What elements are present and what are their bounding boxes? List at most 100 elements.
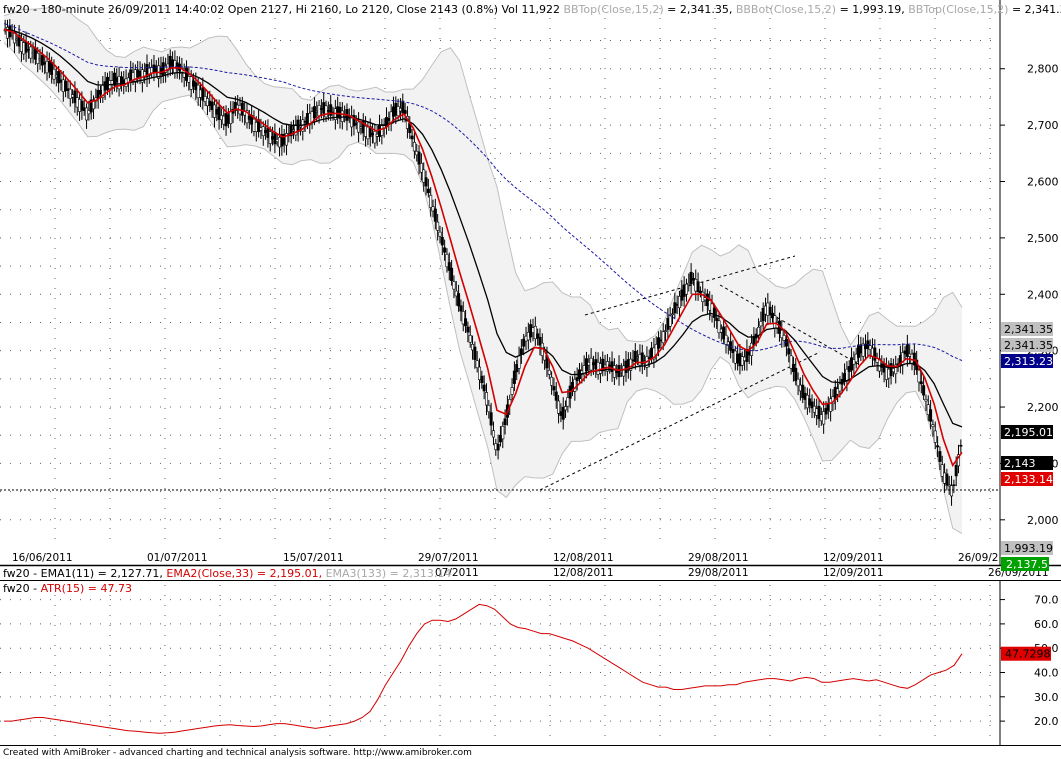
x-tick-label: 01/07/2011 (147, 552, 208, 564)
candle-body (457, 293, 461, 307)
candle-body (440, 236, 444, 246)
candle-body (547, 369, 551, 375)
ema3-label: EMA3(133) = 2,313.14 (326, 567, 452, 580)
candle-body (919, 381, 923, 385)
ema-strip-x-label: 12/09/2011 (823, 567, 884, 579)
chart-canvas: 2,8002,7002,6002,5002,4002,3002,2002,100… (0, 0, 1061, 759)
candle-body (426, 188, 430, 194)
candle-body (924, 399, 928, 402)
candle-body (436, 221, 440, 231)
candle-body (519, 348, 523, 355)
candle-body (566, 397, 570, 407)
value-label-text: 2,341.35 (1004, 323, 1053, 336)
atr-y-tick-label: 60.0 (1034, 618, 1059, 631)
bbtop2-label: BBTop(Close,15,2) (908, 3, 1008, 16)
candle-body (510, 387, 514, 395)
candle-body (459, 305, 463, 312)
candle-body (36, 52, 40, 64)
candle-body (945, 473, 949, 486)
atr-symbol: fw20 - (3, 582, 41, 595)
ema1-label: EMA1(11) = 2,127.71, (41, 567, 167, 580)
value-label-text: 2,313.23 (1004, 355, 1053, 368)
candle-body (671, 313, 675, 316)
candle-body (512, 370, 516, 384)
candle-body (503, 418, 507, 426)
candle-body (501, 425, 505, 440)
candle-body (701, 291, 705, 302)
candle-body (496, 443, 500, 451)
candle-body (480, 375, 484, 384)
candle-body (489, 412, 493, 426)
ema-label-text: 2,137.5 (1006, 558, 1048, 571)
candle-body (950, 485, 954, 497)
x-tick-label: 16/06/2011 (12, 552, 73, 564)
value-label-text: 2,195.01 (1004, 426, 1053, 439)
candle-body (412, 142, 416, 152)
candle-body (954, 465, 958, 477)
candle-body (410, 135, 414, 140)
candle-body (712, 307, 716, 318)
candle-body (273, 131, 277, 145)
candle-body (491, 430, 495, 438)
bbtop-label: BBTop(Close,15,2) (563, 3, 663, 16)
footer-credit: Created with AmiBroker - advanced charti… (3, 748, 472, 758)
candle-body (473, 346, 477, 360)
x-tick-label: 29/07/2011 (418, 552, 479, 564)
candle-body (417, 151, 421, 165)
candle-body (696, 281, 700, 292)
ema-value-label: 2,137.5 (1001, 557, 1049, 571)
candle-body (317, 105, 321, 117)
candle-body (443, 247, 447, 253)
x-tick-label: 26/09/2 (958, 552, 998, 564)
candle-body (959, 444, 963, 447)
candle-body (466, 326, 470, 333)
candle-body (633, 350, 637, 362)
candle-body (464, 318, 468, 327)
value-label-text: 1,993.19 (1004, 542, 1053, 555)
candle-body (933, 430, 937, 443)
ema-strip-x-label: 29/08/2011 (688, 567, 749, 579)
candle-body (438, 231, 442, 237)
value-label-text: 2,133.14 (1004, 473, 1053, 486)
candle-body (550, 376, 554, 386)
atr-y-tick-label: 40.0 (1034, 667, 1059, 680)
candle-body (475, 360, 479, 369)
candle-body (922, 385, 926, 396)
candle-body (482, 384, 486, 392)
candle-body (838, 383, 842, 392)
atr-value-label: 47.7298 (1001, 646, 1051, 661)
y-tick-label: 2,400 (1027, 288, 1059, 301)
bbbot-value: = 1,993.19, (836, 3, 908, 16)
header-quote: - 180-minute 26/09/2011 14:40:02 Open 21… (30, 3, 564, 16)
candle-body (668, 315, 672, 327)
candle-body (787, 348, 791, 355)
bbtop-value: = 2,341.35, (664, 3, 736, 16)
x-tick-label: 12/08/2011 (553, 552, 614, 564)
x-tick-label: 15/07/2011 (283, 552, 344, 564)
x-tick-label: 29/08/2011 (688, 552, 749, 564)
candle-body (664, 330, 668, 332)
y-tick-label: 2,200 (1027, 401, 1059, 414)
y-tick-label: 2,600 (1027, 176, 1059, 189)
candle-body (424, 177, 428, 187)
value-label-text: 2,341.35 (1004, 339, 1053, 352)
atr-y-tick-label: 30.0 (1034, 691, 1059, 704)
value-label-text: 2,143 (1004, 457, 1036, 470)
header-symbol: fw20 (3, 3, 30, 16)
candle-body (450, 267, 454, 281)
atr-y-tick-label: 20.0 (1034, 715, 1059, 728)
ema-strip-x-label: 12/08/2011 (553, 567, 614, 579)
candle-body (433, 208, 437, 222)
candle-body (429, 194, 433, 208)
candle-body (517, 355, 521, 369)
candle-body (929, 409, 933, 422)
ema-symbol: fw20 - (3, 567, 41, 580)
candle-body (487, 405, 491, 413)
candle-body (373, 131, 377, 144)
candle-body (554, 391, 558, 401)
candle-body (52, 68, 56, 80)
candle-body (936, 445, 940, 448)
candle-body (661, 331, 665, 344)
atr-header: fw20 - ATR(15) = 47.73 (3, 582, 132, 595)
y-tick-label: 2,500 (1027, 232, 1059, 245)
